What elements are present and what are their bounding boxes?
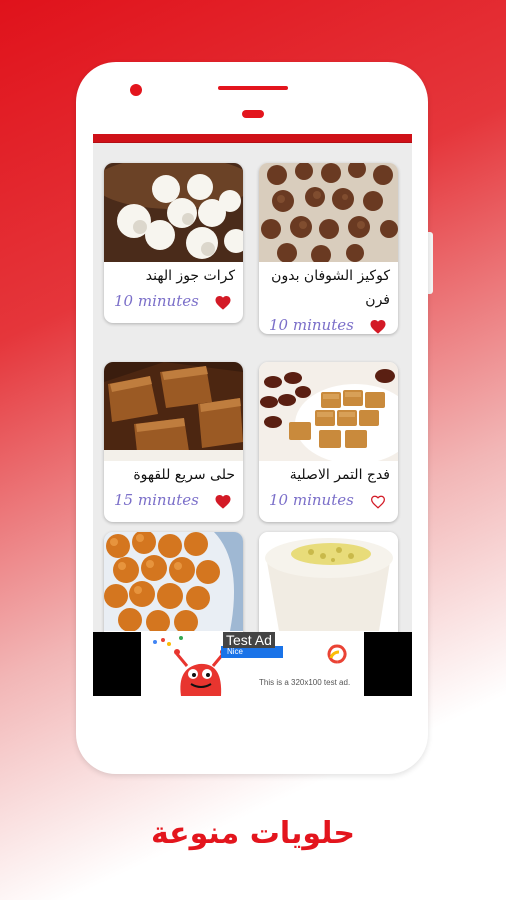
recipe-title: كوكيز الشوفان بدون فرن: [271, 268, 390, 308]
speaker-grille: [218, 86, 288, 90]
recipe-title: كرات جوز الهند: [145, 268, 235, 284]
recipe-grid[interactable]: كوكيز الشوفان بدون فرن 10 minutes كرات ج…: [93, 143, 412, 632]
phone-frame: كوكيز الشوفان بدون فرن 10 minutes كرات ج…: [76, 62, 428, 774]
heart-outline-icon[interactable]: [370, 495, 386, 509]
recipe-time: 10 minutes: [269, 316, 354, 334]
recipe-image: [104, 362, 243, 461]
ad-subtext: This is a 320x100 test ad.: [259, 678, 351, 687]
recipe-card[interactable]: [104, 532, 243, 632]
recipe-time: 15 minutes: [114, 491, 199, 509]
ad-banner[interactable]: Test Ad Nice This is a 320x100 test ad.: [93, 632, 412, 696]
ad-brand-word: Nice: [227, 647, 244, 656]
heart-filled-icon[interactable]: [215, 296, 231, 310]
recipe-meta: 10 minutes: [259, 487, 398, 517]
recipe-card[interactable]: كرات جوز الهند 10 minutes: [104, 163, 243, 323]
phone-side-button: [428, 232, 433, 294]
recipe-title: حلى سريع للقهوة: [133, 467, 235, 483]
recipe-image: [259, 532, 398, 631]
recipe-card[interactable]: كوكيز الشوفان بدون فرن 10 minutes: [259, 163, 398, 334]
app-screen: كوكيز الشوفان بدون فرن 10 minutes كرات ج…: [93, 134, 412, 696]
recipe-time: 10 minutes: [114, 292, 199, 310]
heart-filled-icon[interactable]: [215, 495, 231, 509]
promo-caption: حلويات منوعة: [150, 816, 356, 851]
heart-filled-icon[interactable]: [370, 320, 386, 334]
camera-dot: [130, 84, 142, 96]
recipe-title: فدج التمر الاصلية: [289, 467, 390, 483]
recipe-card[interactable]: فدج التمر الاصلية 10 minutes: [259, 362, 398, 522]
recipe-image: [259, 163, 398, 262]
ad-label: Test Ad: [223, 632, 275, 648]
recipe-meta: 15 minutes: [104, 487, 243, 517]
recipe-image: [104, 532, 243, 631]
recipe-card[interactable]: [259, 532, 398, 632]
recipe-image: [259, 362, 398, 461]
recipe-time: 10 minutes: [269, 491, 354, 509]
recipe-meta: 10 minutes: [259, 312, 398, 334]
proximity-sensor: [242, 110, 264, 118]
recipe-card[interactable]: حلى سريع للقهوة 15 minutes: [104, 362, 243, 522]
recipe-image: [104, 163, 243, 262]
recipe-meta: 10 minutes: [104, 288, 243, 318]
status-bar: [93, 134, 412, 143]
ad-creative[interactable]: Test Ad Nice This is a 320x100 test ad.: [141, 632, 364, 696]
